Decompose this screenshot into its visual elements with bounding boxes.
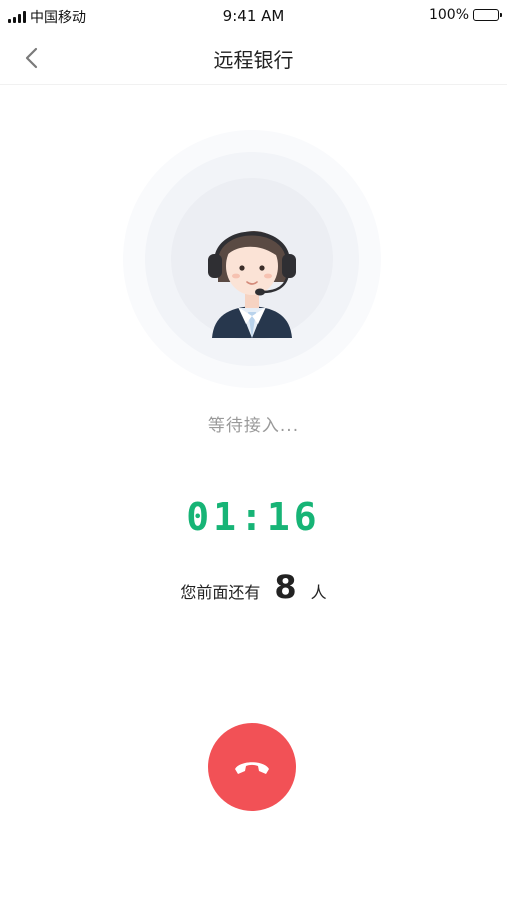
nav-bar: 远程银行: [0, 32, 507, 85]
battery-icon: [473, 9, 502, 21]
call-timer: 01:16: [186, 495, 321, 539]
queue-prefix: 您前面还有: [180, 583, 261, 602]
page-title: 远程银行: [213, 48, 294, 72]
battery-percent: 100%: [428, 7, 469, 23]
status-right: 100%: [428, 7, 502, 23]
queue-count: 8: [274, 568, 297, 606]
status-bar: 中国移动 9:41 AM 100%: [0, 0, 507, 32]
hangup-button[interactable]: [208, 723, 296, 811]
queue-info: 您前面还有 8 人: [0, 568, 507, 606]
remote-banking-call-screen: 中国移动 9:41 AM 100% 远程银行 等待接入... 01:16 您前面…: [0, 0, 507, 900]
call-status-text: 等待接入...: [207, 416, 300, 436]
customer-service-agent-icon: [208, 231, 296, 338]
avatar-rings: [123, 130, 381, 388]
queue-suffix: 人: [310, 583, 327, 602]
phone-hangup-icon: [235, 762, 269, 774]
